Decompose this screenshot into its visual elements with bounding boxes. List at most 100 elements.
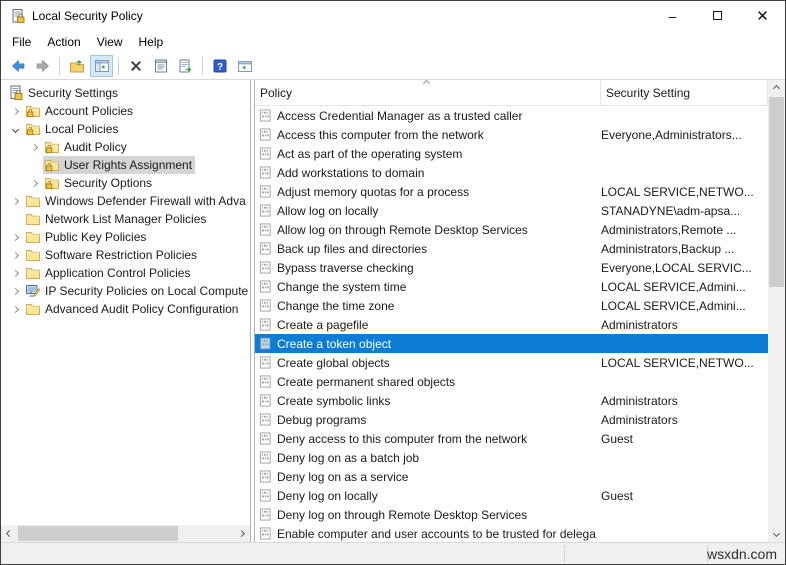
security-setting-value: STANADYNE\adm-apsa... <box>601 204 768 218</box>
tree-item[interactable]: Security Options <box>1 174 250 192</box>
table-row[interactable]: Create symbolic linksAdministrators <box>255 391 768 410</box>
tree-item[interactable]: User Rights Assignment <box>1 156 250 174</box>
table-row[interactable]: Back up files and directoriesAdministrat… <box>255 239 768 258</box>
table-row[interactable]: Allow log on locally STANADYNE\adm-apsa..… <box>255 201 768 220</box>
policy-icon <box>259 394 272 407</box>
scroll-left-icon[interactable] <box>1 525 18 542</box>
table-row[interactable]: Act as part of the operating system <box>255 144 768 163</box>
toolbar-separator <box>202 57 203 75</box>
table-row[interactable]: Add workstations to domain <box>255 163 768 182</box>
content-area: Security SettingsAccount PoliciesLocal P… <box>1 80 785 542</box>
table-row[interactable]: Bypass traverse checkingEveryone,LOCAL S… <box>255 258 768 277</box>
security-setting-value: Administrators,Backup ... <box>601 242 768 256</box>
menu-help[interactable]: Help <box>131 33 172 51</box>
tree-item[interactable]: Advanced Audit Policy Configuration <box>1 300 250 318</box>
show-console-tree-button[interactable] <box>90 55 113 77</box>
table-row[interactable]: Deny log on as a service <box>255 467 768 486</box>
chevron-expanded-icon[interactable] <box>7 120 24 138</box>
tree-item[interactable]: Local Policies <box>1 120 250 138</box>
horizontal-scrollbar-thumb[interactable] <box>18 526 178 541</box>
policy-name: Create a pagefile <box>277 318 368 332</box>
security-setting-value: Administrators <box>601 413 768 427</box>
table-row[interactable]: Deny log on through Remote Desktop Servi… <box>255 505 768 524</box>
back-button[interactable] <box>6 55 29 77</box>
chevron-collapsed-icon[interactable] <box>26 138 43 156</box>
maximize-icon <box>713 11 722 20</box>
scroll-up-icon[interactable] <box>768 80 785 97</box>
menu-file[interactable]: File <box>4 33 39 51</box>
policy-name: Deny log on locally <box>277 489 378 503</box>
scroll-right-icon[interactable] <box>233 525 250 542</box>
chevron-collapsed-icon[interactable] <box>7 282 24 300</box>
column-header-policy[interactable]: Policy <box>255 80 601 105</box>
chevron-collapsed-icon[interactable] <box>26 174 43 192</box>
table-row[interactable]: Create a pagefileAdministrators <box>255 315 768 334</box>
policy-name: Change the time zone <box>277 299 394 313</box>
folder-icon <box>25 265 41 281</box>
scroll-down-icon[interactable] <box>768 525 785 542</box>
new-window-button[interactable] <box>233 55 256 77</box>
properties-button[interactable] <box>149 55 172 77</box>
table-row[interactable]: Allow log on through Remote Desktop Serv… <box>255 220 768 239</box>
tree-item-label: Advanced Audit Policy Configuration <box>45 302 238 316</box>
table-row[interactable]: Enable computer and user accounts to be … <box>255 524 768 542</box>
table-row[interactable]: Access this computer from the networkEve… <box>255 125 768 144</box>
table-row[interactable]: Create global objectsLOCAL SERVICE,NETWO… <box>255 353 768 372</box>
delete-button[interactable] <box>124 55 147 77</box>
table-row[interactable]: Deny log on locallyGuest <box>255 486 768 505</box>
tree-item[interactable]: Application Control Policies <box>1 264 250 282</box>
policy-icon <box>259 204 272 217</box>
close-button[interactable]: ✕ <box>740 1 785 30</box>
table-row[interactable]: Deny access to this computer from the ne… <box>255 429 768 448</box>
chevron-collapsed-icon[interactable] <box>7 192 24 210</box>
table-row[interactable]: Access Credential Manager as a trusted c… <box>255 106 768 125</box>
tree-item[interactable]: Software Restriction Policies <box>1 246 250 264</box>
column-header-security-setting[interactable]: Security Setting <box>601 80 768 105</box>
forward-button[interactable] <box>31 55 54 77</box>
tree-item[interactable]: Account Policies <box>1 102 250 120</box>
tree-item[interactable]: Audit Policy <box>1 138 250 156</box>
policy-icon <box>259 451 272 464</box>
policy-icon <box>259 337 272 350</box>
policy-name: Allow log on locally <box>277 204 378 218</box>
chevron-collapsed-icon[interactable] <box>7 300 24 318</box>
ipsec-icon <box>25 283 41 299</box>
help-button[interactable]: ? <box>208 55 231 77</box>
table-row[interactable]: Change the system timeLOCAL SERVICE,Admi… <box>255 277 768 296</box>
chevron-collapsed-icon[interactable] <box>7 246 24 264</box>
folder-lock-icon <box>44 139 60 155</box>
policy-name: Deny log on through Remote Desktop Servi… <box>277 508 527 522</box>
list-vertical-scrollbar[interactable] <box>768 80 785 542</box>
table-row[interactable]: Deny log on as a batch job <box>255 448 768 467</box>
tree-item[interactable]: Security Settings <box>1 84 250 102</box>
folder-icon <box>25 229 41 245</box>
menu-action[interactable]: Action <box>39 33 88 51</box>
status-bar: wsxdn.com <box>1 542 785 564</box>
vertical-scrollbar-thumb[interactable] <box>769 97 784 287</box>
policy-icon <box>259 147 272 160</box>
table-row[interactable]: Create a token object <box>255 334 768 353</box>
table-row[interactable]: Debug programsAdministrators <box>255 410 768 429</box>
table-row[interactable]: Create permanent shared objects <box>255 372 768 391</box>
policy-name: Access Credential Manager as a trusted c… <box>277 109 522 123</box>
table-row[interactable]: Adjust memory quotas for a processLOCAL … <box>255 182 768 201</box>
maximize-button[interactable] <box>695 1 740 30</box>
tree-item[interactable]: Windows Defender Firewall with Adva <box>1 192 250 210</box>
table-row[interactable]: Change the time zoneLOCAL SERVICE,Admini… <box>255 296 768 315</box>
tree-item[interactable]: Public Key Policies <box>1 228 250 246</box>
minimize-button[interactable]: – <box>650 1 695 30</box>
security-settings-icon <box>8 85 24 101</box>
chevron-collapsed-icon[interactable] <box>7 264 24 282</box>
security-setting-value: Guest <box>601 432 768 446</box>
chevron-collapsed-icon[interactable] <box>7 228 24 246</box>
menu-view[interactable]: View <box>89 33 131 51</box>
tree-item[interactable]: Network List Manager Policies <box>1 210 250 228</box>
folder-lock-icon <box>44 175 60 191</box>
chevron-collapsed-icon[interactable] <box>7 102 24 120</box>
tree-item[interactable]: IP Security Policies on Local Compute <box>1 282 250 300</box>
up-one-level-button[interactable] <box>65 55 88 77</box>
folder-lock-icon <box>25 103 41 119</box>
tree-horizontal-scrollbar[interactable] <box>1 525 250 542</box>
policy-icon <box>259 223 272 236</box>
export-list-button[interactable] <box>174 55 197 77</box>
